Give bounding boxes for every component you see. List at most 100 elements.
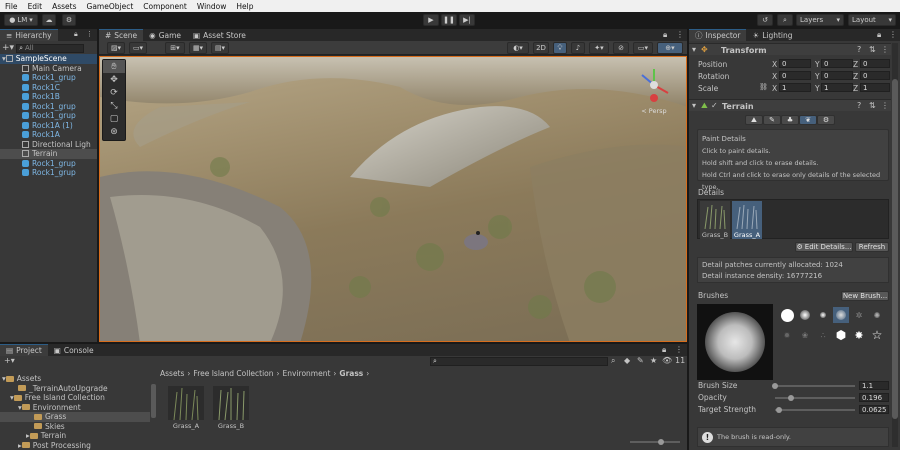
scale-x-field[interactable]: 1 (779, 83, 811, 92)
edit-details-button[interactable]: ⚙ Edit Details... (795, 242, 853, 252)
position-y-field[interactable]: 0 (821, 59, 853, 68)
menu-gameobject[interactable]: GameObject (82, 2, 139, 11)
brush-hexagon-icon[interactable]: ⬢ (833, 327, 849, 343)
opacity-knob[interactable] (788, 395, 794, 401)
add-icon[interactable]: +▾ (4, 356, 15, 365)
link-icon[interactable]: ⛓︎ (759, 83, 768, 91)
tab-scene[interactable]: # Scene (99, 29, 144, 41)
help-icon[interactable]: ? (857, 45, 861, 54)
tree-item[interactable]: ▾ Assets (0, 374, 150, 384)
scene-row[interactable]: ▾ SampleScene (0, 54, 97, 64)
hierarchy-item[interactable]: Main Camera (0, 64, 97, 74)
scale-z-field[interactable]: 1 (860, 83, 890, 92)
camera-icon[interactable]: ▭▾ (633, 42, 653, 54)
detail-item[interactable]: Grass_B (700, 201, 730, 239)
paint-terrain-icon[interactable]: ✎ (763, 115, 781, 125)
help-icon[interactable]: ? (857, 101, 861, 110)
shading-mode-icon[interactable]: ▨▾ (107, 42, 125, 54)
hand-tool-icon[interactable]: ✋︎ (103, 60, 125, 73)
tree-item[interactable]: ▸ Post Processing (0, 441, 150, 450)
breadcrumb-item[interactable]: Assets (160, 369, 184, 378)
paint-trees-icon[interactable]: ♣ (781, 115, 799, 125)
render-mode-icon[interactable]: ◐▾ (507, 42, 529, 54)
more-icon[interactable]: ⋮ (881, 101, 889, 110)
tree-item-selected[interactable]: Grass (0, 412, 150, 422)
2d-toggle[interactable]: 2D (533, 42, 549, 54)
lock-icon[interactable]: 🔒︎ (662, 345, 666, 355)
hierarchy-item[interactable]: Rock1B (0, 92, 97, 102)
brush-dots-icon[interactable]: ∴ (815, 327, 831, 343)
brush-star-icon[interactable]: ☆ (869, 327, 885, 343)
tab-console[interactable]: ▣ Console (48, 344, 100, 356)
more-icon[interactable]: ⋮ (881, 45, 889, 54)
brush-noise-icon[interactable]: ✲ (851, 307, 867, 323)
target-strength-field[interactable]: 0.0625 (859, 405, 889, 414)
tab-game[interactable]: ◉ Game (143, 29, 187, 41)
icon-size-knob[interactable] (658, 439, 664, 445)
more-icon[interactable]: ⋮ (676, 30, 684, 39)
search-by-type-icon[interactable]: ⌕ (611, 356, 615, 366)
lock-icon[interactable]: 🔒︎ (74, 30, 78, 39)
transform-header[interactable]: ▾ ✥ Transform ? ⇅ ⋮ (689, 43, 891, 55)
scale-tool-icon[interactable]: ⤡ (103, 99, 125, 112)
brush-soft-circle-icon[interactable] (797, 307, 813, 323)
hierarchy-item[interactable]: Rock1_grup (0, 73, 97, 83)
brush-hard-circle-icon[interactable] (779, 307, 795, 323)
tree-item[interactable]: ▸ Terrain (0, 431, 150, 441)
hierarchy-item[interactable]: Rock1C (0, 83, 97, 93)
menu-window[interactable]: Window (192, 2, 232, 11)
inspector-scrollbar[interactable] (892, 43, 898, 447)
tree-item[interactable]: ▾ Free Island Collection (0, 393, 150, 403)
hierarchy-item[interactable]: Rock1A (0, 130, 97, 140)
brush-size-slider[interactable] (775, 385, 855, 387)
target-strength-knob[interactable] (776, 407, 782, 413)
grid-icon[interactable]: ▤▾ (211, 42, 229, 54)
tab-hierarchy[interactable]: ≡ Hierarchy (0, 29, 58, 41)
target-strength-slider[interactable] (775, 409, 855, 411)
terrain-settings-icon[interactable]: ⚙ (817, 115, 835, 125)
menu-assets[interactable]: Assets (47, 2, 81, 11)
paint-details-icon[interactable]: ❦ (799, 115, 817, 125)
effects-icon[interactable]: ✦▾ (589, 42, 609, 54)
breadcrumb-item[interactable]: Free Island Collection (193, 369, 273, 378)
more-icon[interactable]: ⋮ (675, 345, 683, 354)
scale-y-field[interactable]: 1 (821, 83, 853, 92)
hierarchy-item[interactable]: Rock1_grup (0, 102, 97, 112)
scrollbar-thumb[interactable] (892, 79, 898, 419)
persp-label[interactable]: < Persp (634, 107, 674, 115)
pause-button[interactable]: ❚❚ (441, 14, 457, 26)
project-search-input[interactable]: ⌕ (430, 357, 608, 366)
tab-asset-store[interactable]: ▣ Asset Store (187, 29, 252, 41)
menu-help[interactable]: Help (231, 2, 258, 11)
rotate-tool-icon[interactable]: ⟳ (103, 86, 125, 99)
orientation-gizmo[interactable]: < Persp (634, 65, 674, 117)
brush-spiral-icon[interactable]: ✹ (779, 327, 795, 343)
more-icon[interactable]: ⋮ (86, 30, 93, 38)
hierarchy-item[interactable]: Rock1_grup (0, 168, 97, 178)
more-icon[interactable]: ⋮ (889, 30, 897, 39)
lock-icon[interactable]: 🔒︎ (877, 30, 881, 40)
hierarchy-search-input[interactable]: ⌕ All (16, 43, 85, 53)
hierarchy-item-selected[interactable]: Terrain (0, 149, 97, 159)
menu-component[interactable]: Component (138, 2, 192, 11)
brush-size-knob[interactable] (772, 383, 778, 389)
account-dropdown[interactable]: ● LM ▾ (4, 14, 38, 26)
tab-project[interactable]: ▤ Project (0, 344, 48, 356)
tree-scrollbar[interactable] (151, 384, 156, 418)
hierarchy-item[interactable]: Directional Ligh (0, 140, 97, 150)
move-tool-icon[interactable]: ✥ (103, 73, 125, 86)
hidden-objects-icon[interactable]: ⊘ (613, 42, 629, 54)
label-icon[interactable]: ✎ (637, 356, 644, 365)
rotation-z-field[interactable]: 0 (860, 71, 890, 80)
step-button[interactable]: ▶| (459, 14, 475, 26)
search-icon[interactable]: ⌕ (777, 14, 793, 26)
tab-lighting[interactable]: ☀ Lighting (746, 29, 798, 41)
menu-edit[interactable]: Edit (23, 2, 48, 11)
audio-icon[interactable]: ♪ (571, 42, 585, 54)
brush-small-circle-icon[interactable] (815, 307, 831, 323)
raise-terrain-icon[interactable]: ⛰︎ (745, 115, 763, 125)
tree-item[interactable]: _TerrainAutoUpgrade (0, 384, 150, 394)
lighting-icon[interactable]: 💡︎ (553, 42, 567, 54)
terrain-header[interactable]: ▾ ⛰︎ ✓ Terrain ? ⇅ ⋮ (689, 99, 891, 111)
tab-inspector[interactable]: ⓘ Inspector (689, 29, 747, 41)
